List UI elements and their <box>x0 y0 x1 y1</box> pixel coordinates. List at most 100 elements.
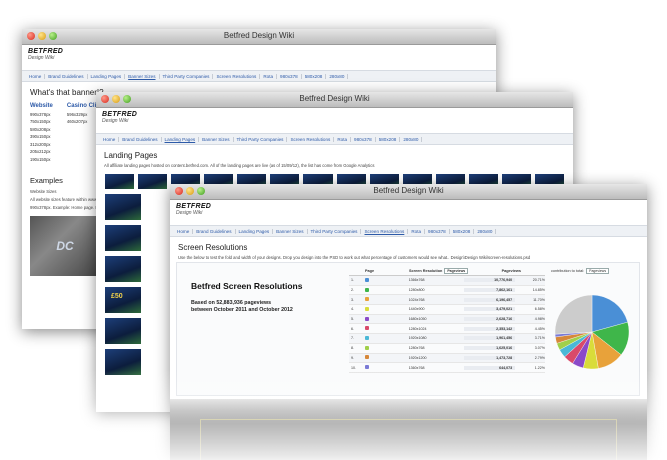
website-size-cell: 990x378px <box>30 111 51 117</box>
nav-link-280x80[interactable]: 280x80 <box>400 136 423 142</box>
nav-link-banner-sizes[interactable]: Banner Sizes <box>273 228 308 234</box>
nav-link-third-party-companies[interactable]: Third Party Companies <box>234 136 288 142</box>
row-number: 6. <box>351 326 354 331</box>
percent-cell: 20.71% <box>532 278 545 283</box>
landing-page-thumbnail[interactable] <box>104 193 142 221</box>
nav-link-screen-resolutions[interactable]: Screen Resolutions <box>213 73 261 79</box>
nav-link-580x208[interactable]: 580x208 <box>302 73 327 79</box>
page-description: All affiliate landing pages hosted on co… <box>104 163 375 168</box>
example-banner-image: DC <box>30 215 100 276</box>
website-size-cell: 312x200px <box>30 141 51 147</box>
website-size-cell: 190x150px <box>30 156 51 162</box>
nav-link-280x80[interactable]: 280x80 <box>326 73 349 79</box>
landing-page-thumbnail[interactable] <box>104 173 136 190</box>
row-number: 10. <box>351 365 356 370</box>
nav-link-brand-guidelines[interactable]: Brand Guidelines <box>119 136 162 142</box>
row-number: 5. <box>351 317 354 322</box>
nav-link-home[interactable]: Home <box>26 73 46 79</box>
title-bar: Betfred Design Wiki <box>170 184 647 200</box>
table-row[interactable]: 4. 1440x900 3,479,021 6.58% <box>349 305 545 315</box>
row-icon <box>364 355 409 360</box>
resolution-cell: 1024x768 <box>408 297 425 302</box>
percent-cell: 4.98% <box>534 317 545 322</box>
nav-link-280x80[interactable]: 280x80 <box>474 228 497 234</box>
table-row[interactable]: 3. 1024x768 6,196,457 11.70% <box>349 295 545 306</box>
table-row[interactable]: 9. 1920x1200 1,473,728 2.79% <box>349 353 545 364</box>
landing-page-thumbnail[interactable] <box>137 173 169 190</box>
nav-link-brand-guidelines[interactable]: Brand Guidelines <box>193 228 236 234</box>
nav-link-580x208[interactable]: 580x208 <box>376 136 401 142</box>
nav-link-banner-sizes[interactable]: Banner Sizes <box>125 73 160 79</box>
nav-link-rota[interactable]: Rota <box>408 228 426 234</box>
column-header-website: Website <box>30 103 53 109</box>
window-title: Betfred Design Wiki <box>299 94 370 103</box>
table-row[interactable]: 1. 1366x768 10,776,940 20.71% <box>349 276 545 286</box>
landing-page-thumbnail[interactable] <box>104 317 142 345</box>
nav-link-banner-sizes[interactable]: Banner Sizes <box>199 136 234 142</box>
thumbnail-offer-label: £50 <box>111 293 123 300</box>
nav-link-980x378[interactable]: 980x378 <box>277 73 302 79</box>
pageviews-summary: Based on 52,883,936 pageviews between Oc… <box>191 300 293 314</box>
row-icon <box>364 277 409 283</box>
page-title: Screen Resolutions <box>178 243 248 252</box>
nav-link-home[interactable]: Home <box>174 228 194 234</box>
landing-page-thumbnail[interactable] <box>104 224 142 252</box>
table-row[interactable]: 2. 1280x800 7,862,161 14.85% <box>349 286 545 296</box>
window-title: Betfred Design Wiki <box>223 31 295 40</box>
landing-page-thumbnail[interactable]: £50 <box>104 286 142 314</box>
resolution-cell: 1920x1200 <box>408 355 427 360</box>
nav-link-rota[interactable]: Rota <box>260 73 278 79</box>
nav-link-third-party-companies[interactable]: Third Party Companies <box>308 228 362 234</box>
resolutions-table: Page Screen Resolution Pageviews Pageview… <box>349 267 545 373</box>
landing-page-thumbnail[interactable] <box>104 255 142 283</box>
website-size-cell: 205x212px <box>30 149 51 154</box>
table-row[interactable]: 6. 1280x1024 2,353,142 4.45% <box>349 324 545 335</box>
percent-cell: 4.45% <box>534 326 545 331</box>
nav-bar: Home Brand Guidelines Landing Pages Banner … <box>170 225 647 237</box>
nav-link-580x208[interactable]: 580x208 <box>450 228 475 234</box>
resolution-preview-image <box>170 399 647 460</box>
resolution-cell: 1680x1050 <box>408 317 427 322</box>
title-bar: Betfred Design Wiki <box>22 29 496 45</box>
nav-link-screen-resolutions[interactable]: Screen Resolutions <box>361 228 409 234</box>
pageviews-summary-line2: between October 2011 and October 2012 <box>191 307 293 313</box>
metric-select[interactable]: Pageviews <box>444 268 469 274</box>
resolution-cell: 1280x1024 <box>408 326 427 331</box>
row-number: 1. <box>351 278 354 283</box>
row-icon <box>364 335 409 341</box>
nav-link-home[interactable]: Home <box>100 136 120 142</box>
nav-link-980x378[interactable]: 980x378 <box>351 136 376 142</box>
table-row[interactable]: 8. 1280x768 1,625,016 3.07% <box>349 344 545 354</box>
brand-logo[interactable]: BETFRED Design Wiki <box>170 200 647 225</box>
nav-link-brand-guidelines[interactable]: Brand Guidelines <box>45 73 88 79</box>
table-row[interactable]: 10. 1360x768 644,073 1.22% <box>349 363 545 373</box>
website-size-cell: 390x150px <box>30 134 51 139</box>
brand-logo[interactable]: BETFRED Design Wiki <box>96 108 573 133</box>
nav-link-landing-pages[interactable]: Landing Pages <box>236 228 274 234</box>
page-description: Use the below to test the fold and width… <box>178 255 531 260</box>
website-size-cell: 750x150px <box>30 119 51 124</box>
table-row[interactable]: 7. 1920x1080 1,961,456 3.71% <box>349 334 545 344</box>
resolution-cell: 1280x800 <box>408 288 425 293</box>
title-bar: Betfred Design Wiki <box>96 92 573 108</box>
resolution-cell: 1440x900 <box>408 307 425 312</box>
nav-link-landing-pages[interactable]: Landing Pages <box>88 73 126 79</box>
nav-link-rota[interactable]: Rota <box>334 136 352 142</box>
pageviews-cell: 1,473,728 <box>464 355 516 360</box>
nav-bar: Home Brand Guidelines Landing Pages Banner … <box>22 70 496 82</box>
nav-link-980x378[interactable]: 980x378 <box>425 228 450 234</box>
pageviews-cell: 1,625,016 <box>464 346 516 351</box>
column-header-resolution: Screen Resolution Pageviews <box>409 268 483 274</box>
nav-bar: Home Brand Guidelines Landing Pages Banner … <box>96 133 573 145</box>
row-icon <box>364 297 409 302</box>
window-title: Betfred Design Wiki <box>373 186 444 195</box>
nav-link-third-party-companies[interactable]: Third Party Companies <box>160 73 214 79</box>
row-icon <box>364 345 409 351</box>
landing-page-thumbnail[interactable] <box>104 348 142 376</box>
nav-link-landing-pages[interactable]: Landing Pages <box>162 136 200 142</box>
brand-logo[interactable]: BETFRED Design Wiki <box>22 45 496 70</box>
row-number: 7. <box>351 336 354 341</box>
contribution-select[interactable]: Pageviews <box>586 268 610 274</box>
table-row[interactable]: 5. 1680x1050 2,628,716 4.98% <box>349 314 545 325</box>
nav-link-screen-resolutions[interactable]: Screen Resolutions <box>287 136 335 142</box>
